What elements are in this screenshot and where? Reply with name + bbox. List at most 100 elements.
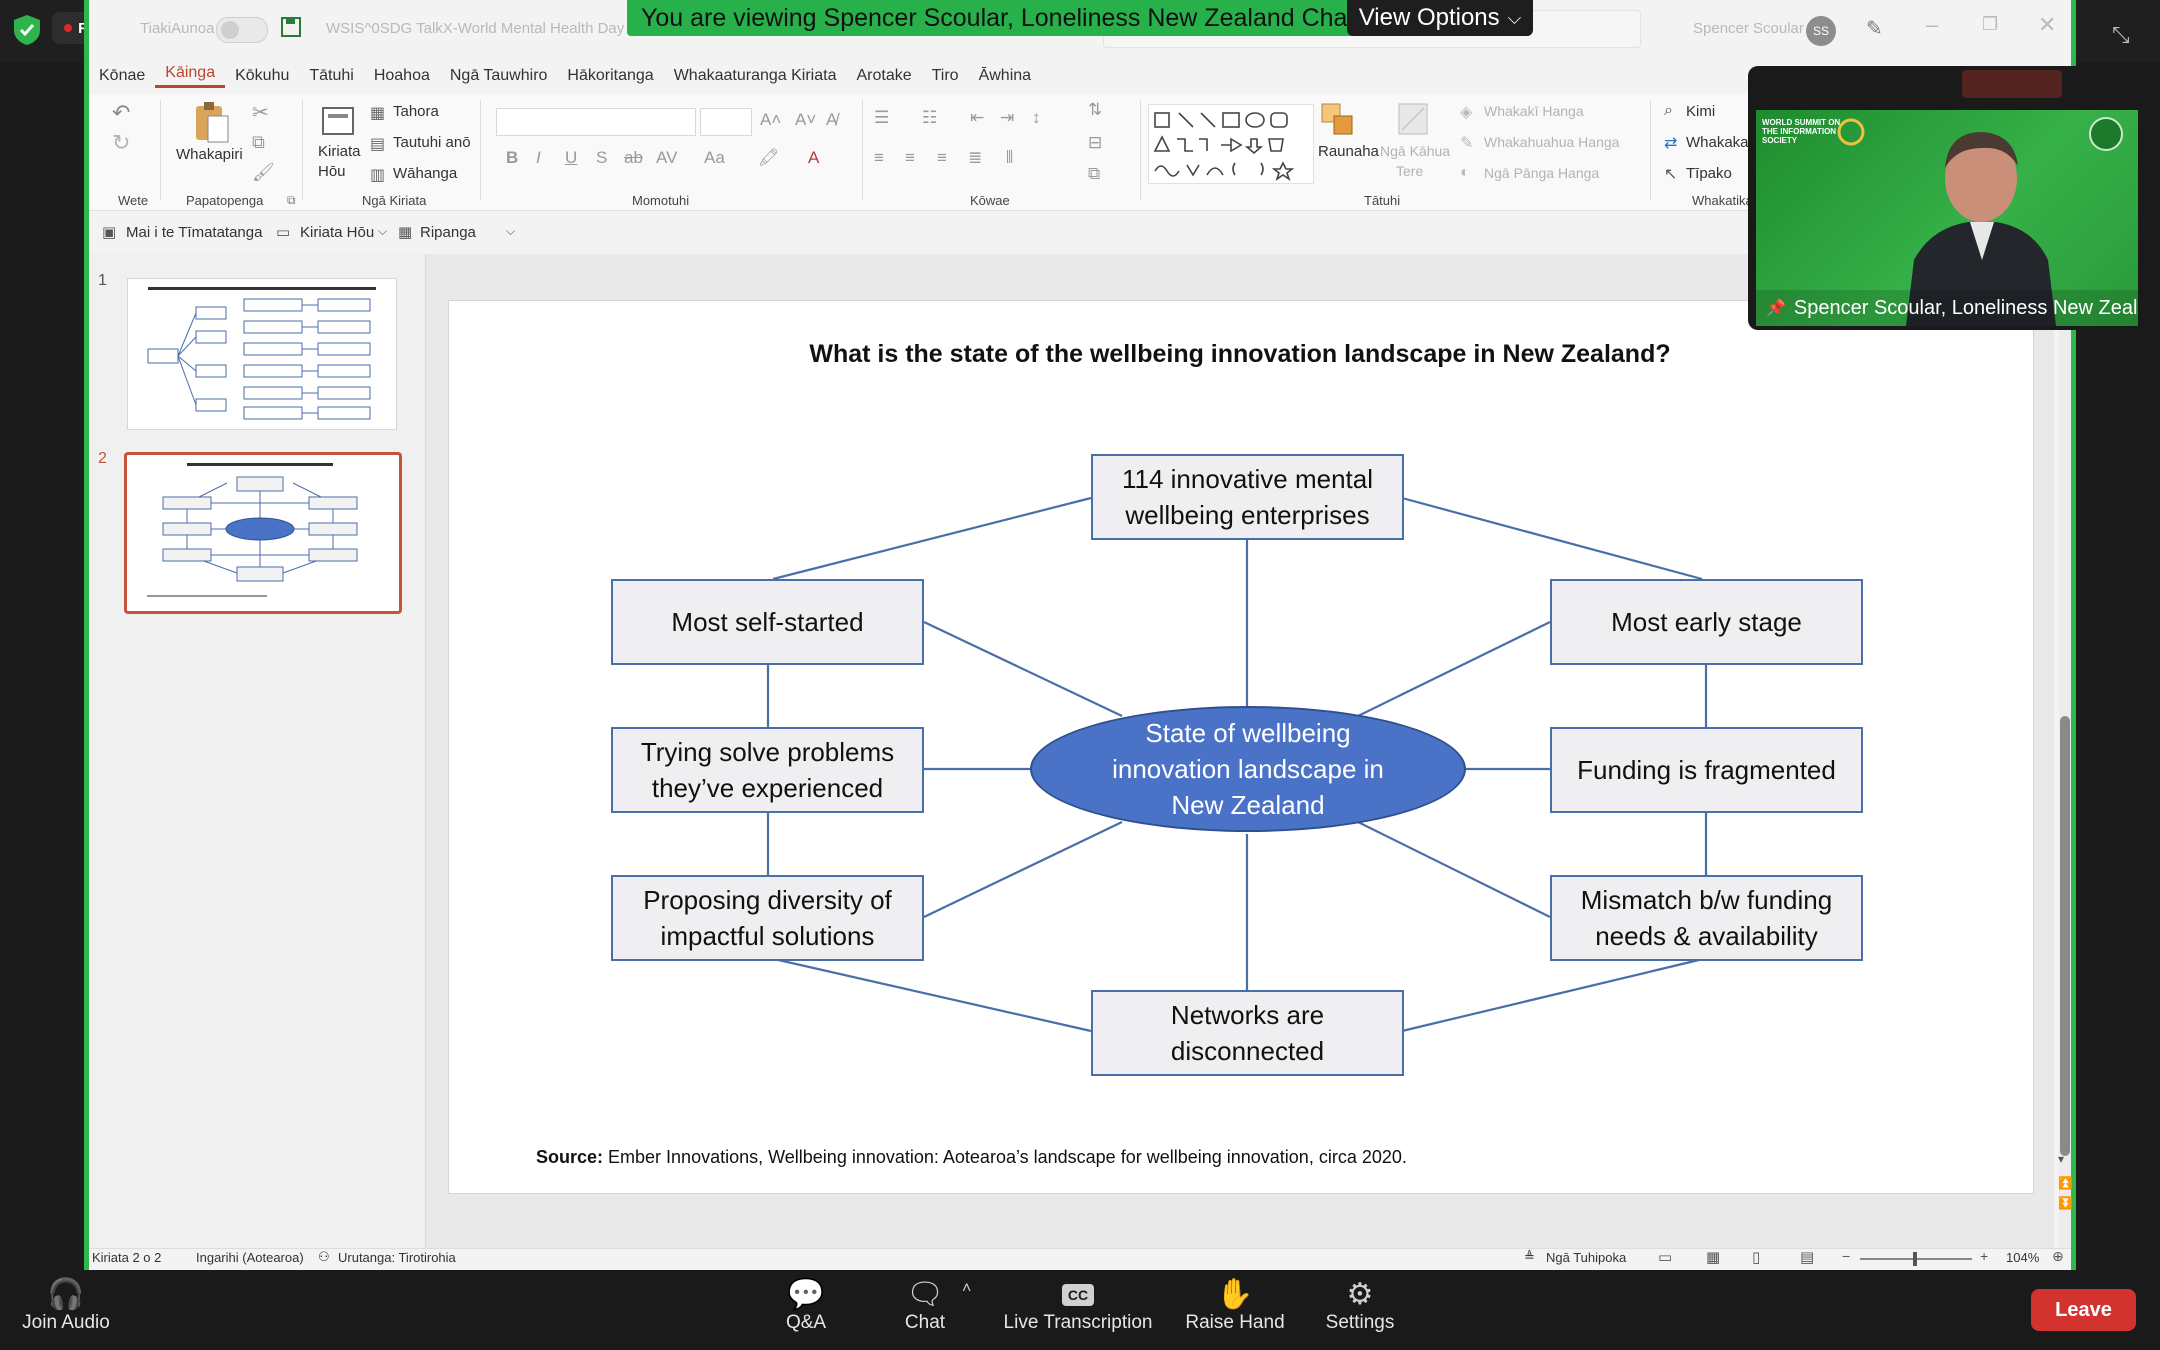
align-text-icon[interactable]: ⊟ xyxy=(1088,133,1102,153)
diagram-node-right-2[interactable]: Funding is fragmented xyxy=(1550,727,1863,813)
tab-review[interactable]: Arotake xyxy=(846,67,921,85)
shape-outline-button[interactable]: Whakahuahua Hanga xyxy=(1484,134,1619,150)
shape-fill-button[interactable]: Whakakī Hanga xyxy=(1484,103,1584,119)
leave-button[interactable]: Leave xyxy=(2031,1289,2136,1331)
close-icon[interactable]: ✕ xyxy=(2038,12,2056,38)
underline-icon[interactable]: U xyxy=(565,148,577,168)
section-button[interactable]: Wāhanga xyxy=(393,165,457,182)
quick-styles-label[interactable]: Ngā Kāhua xyxy=(1380,143,1450,159)
change-case-icon[interactable]: Aa xyxy=(704,148,725,168)
diagram-node-right-3[interactable]: Mismatch b/w funding needs & availabilit… xyxy=(1550,875,1863,961)
line-spacing-icon[interactable]: ↕ xyxy=(1032,108,1041,128)
zoom-in-icon[interactable]: + xyxy=(1980,1248,1988,1264)
live-transcription-button[interactable]: CC Live Transcription xyxy=(1000,1278,1156,1334)
smartart-icon[interactable]: ⧉ xyxy=(1088,164,1100,184)
tab-help[interactable]: Āwhina xyxy=(969,67,1041,85)
new-slide-icon[interactable] xyxy=(320,100,356,140)
pen-icon[interactable]: ✎ xyxy=(1866,16,1883,41)
chat-button[interactable]: 🗨 Chat xyxy=(885,1278,965,1334)
chat-options-chevron-icon[interactable]: ˄ xyxy=(962,1280,971,1298)
raise-hand-button[interactable]: ✋ Raise Hand xyxy=(1183,1278,1287,1334)
increase-font-icon[interactable]: A˄ xyxy=(760,110,781,130)
language-indicator[interactable]: Ingarihi (Aotearoa) xyxy=(196,1250,304,1265)
view-options-button[interactable]: View Options ⌵ xyxy=(1347,0,1533,36)
font-family-combo[interactable] xyxy=(496,108,696,136)
qat-table-button[interactable]: Ripanga xyxy=(420,224,476,241)
numbering-icon[interactable]: ☷ xyxy=(922,108,937,128)
new-slide-label-2[interactable]: Hōu xyxy=(318,163,346,180)
zoom-slider-thumb[interactable] xyxy=(1913,1252,1917,1266)
font-color-icon[interactable]: A xyxy=(808,148,819,168)
paste-label[interactable]: Whakapiri xyxy=(176,146,243,163)
slide-source-note[interactable]: Source: Ember Innovations, Wellbeing inn… xyxy=(536,1147,1407,1168)
columns-icon[interactable]: ⫴ xyxy=(1006,148,1013,168)
tab-design[interactable]: Hoahoa xyxy=(364,67,440,85)
diagram-node-top[interactable]: 114 innovative mental wellbeing enterpri… xyxy=(1091,454,1404,540)
tab-transitions[interactable]: Ngā Tauwhiro xyxy=(440,67,558,85)
shadow-icon[interactable]: S xyxy=(596,148,607,168)
char-spacing-icon[interactable]: AV xyxy=(656,148,677,168)
accessibility-status[interactable]: Urutanga: Tirotirohia xyxy=(338,1250,456,1265)
select-button[interactable]: Tīpako xyxy=(1686,165,1732,182)
find-button[interactable]: Kimi xyxy=(1686,103,1715,120)
align-center-icon[interactable]: ≡ xyxy=(905,148,915,168)
next-slide-icon[interactable]: ⏬ xyxy=(2058,1196,2073,1210)
quick-styles-icon[interactable] xyxy=(1396,100,1430,140)
italic-icon[interactable]: I xyxy=(536,148,541,168)
collapse-icon[interactable]: ⤡ xyxy=(2112,22,2130,48)
diagram-node-left-2[interactable]: Trying solve problems they’ve experience… xyxy=(611,727,924,813)
shape-effects-button[interactable]: Ngā Pānga Hanga xyxy=(1484,165,1599,181)
replace-button[interactable]: Whakakap xyxy=(1686,134,1757,151)
diagram-node-bottom[interactable]: Networks are disconnected xyxy=(1091,990,1404,1076)
diagram-node-left-1[interactable]: Most self-started xyxy=(611,579,924,665)
align-right-icon[interactable]: ≡ xyxy=(937,148,947,168)
arrange-icon[interactable] xyxy=(1318,100,1358,140)
slideshow-view-icon[interactable]: ▤ xyxy=(1800,1248,1814,1266)
clear-format-icon[interactable]: A̸ xyxy=(826,110,837,130)
tab-home[interactable]: Kāinga xyxy=(155,64,226,88)
chevron-down-icon[interactable]: ⌵ xyxy=(378,224,387,239)
join-audio-button[interactable]: 🎧 Join Audio xyxy=(14,1278,118,1334)
diagram-center-ellipse[interactable]: State of wellbeing innovation landscape … xyxy=(1030,706,1466,832)
reset-button[interactable]: Tautuhi anō xyxy=(393,134,471,151)
scrollbar-thumb[interactable] xyxy=(2060,716,2070,1156)
format-painter-icon[interactable]: 🖌 xyxy=(252,162,275,183)
copy-icon[interactable]: ⧉ xyxy=(252,132,265,153)
settings-button[interactable]: ⚙ Settings xyxy=(1318,1278,1402,1334)
normal-view-icon[interactable]: ▭ xyxy=(1658,1248,1672,1266)
bullets-icon[interactable]: ☰ xyxy=(874,108,889,128)
font-size-combo[interactable] xyxy=(700,108,752,136)
decrease-font-icon[interactable]: A˅ xyxy=(795,110,816,130)
slide-thumbnail-1[interactable] xyxy=(127,278,397,430)
shapes-gallery[interactable] xyxy=(1148,104,1314,184)
minimize-icon[interactable]: – xyxy=(1926,12,1938,38)
align-left-icon[interactable]: ≡ xyxy=(874,148,884,168)
customize-qat-icon[interactable]: ⌵ xyxy=(506,224,515,239)
new-slide-label[interactable]: Kiriata xyxy=(318,143,361,160)
tab-animations[interactable]: Hākoritanga xyxy=(557,67,663,85)
autosave-toggle[interactable] xyxy=(216,17,268,43)
text-direction-icon[interactable]: ⇅ xyxy=(1088,100,1102,120)
tab-slideshow[interactable]: Whakaaturanga Kiriata xyxy=(664,67,847,85)
qat-new-slide-button[interactable]: Kiriata Hōu xyxy=(300,224,374,241)
save-icon[interactable] xyxy=(280,16,302,38)
qa-button[interactable]: 💬 Q&A xyxy=(766,1278,846,1334)
decrease-indent-icon[interactable]: ⇤ xyxy=(970,108,984,128)
reading-view-icon[interactable]: ▯ xyxy=(1752,1248,1760,1266)
bold-icon[interactable]: B xyxy=(506,148,518,168)
arrange-button[interactable]: Raunaha xyxy=(1318,143,1379,160)
fit-slide-icon[interactable]: ⊕ xyxy=(2052,1248,2064,1265)
from-start-button[interactable]: Mai i te Tīmatatanga xyxy=(126,224,262,241)
redo-icon[interactable]: ↻ xyxy=(112,130,130,156)
slide-sorter-icon[interactable]: ▦ xyxy=(1706,1248,1720,1266)
tab-insert[interactable]: Kōkuhu xyxy=(225,67,299,85)
notes-button[interactable]: Ngā Tuhipoka xyxy=(1546,1250,1626,1265)
dialog-launcher-icon[interactable]: ⧉ xyxy=(287,193,296,208)
diagram-node-left-3[interactable]: Proposing diversity of impactful solutio… xyxy=(611,875,924,961)
diagram-node-right-1[interactable]: Most early stage xyxy=(1550,579,1863,665)
restore-icon[interactable]: ❐ xyxy=(1982,14,1998,35)
layout-button[interactable]: Tahora xyxy=(393,103,439,120)
tab-draw[interactable]: Tātuhi xyxy=(299,67,363,85)
zoom-out-icon[interactable]: − xyxy=(1842,1248,1850,1264)
strikethrough-icon[interactable]: ab xyxy=(624,148,643,168)
